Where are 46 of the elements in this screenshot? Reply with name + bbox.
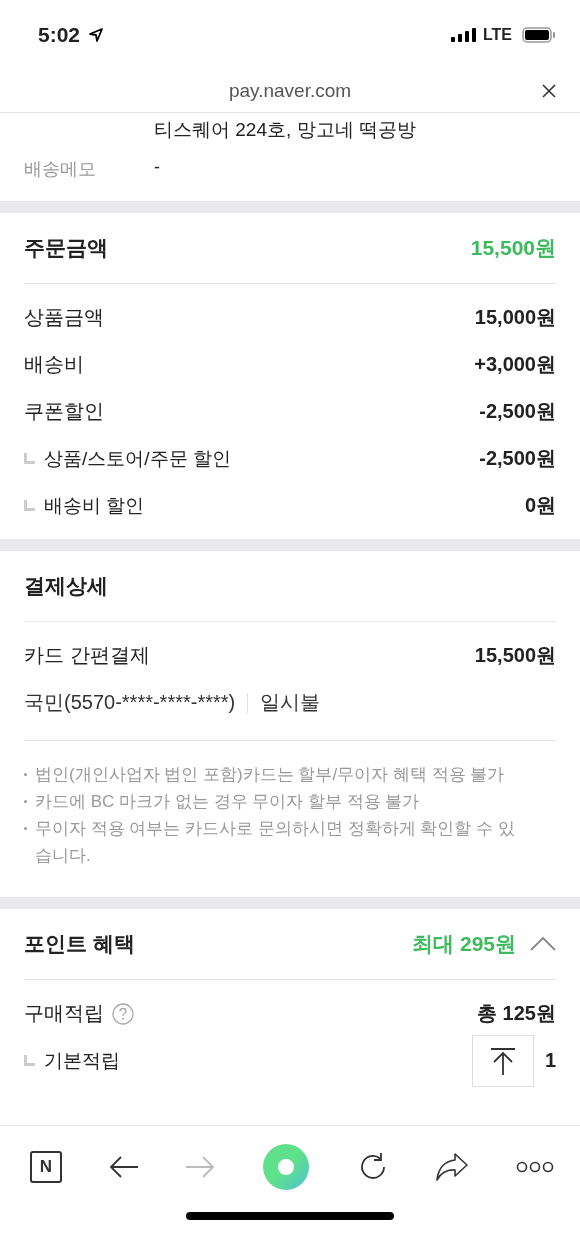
bullet-dot xyxy=(24,827,27,830)
section-title: 포인트 혜택 xyxy=(24,931,135,957)
row-label: 배송비 xyxy=(24,352,84,377)
bullet-dot xyxy=(24,773,27,776)
chevron-icon[interactable] xyxy=(530,936,556,952)
arrow-to-top-icon xyxy=(490,1047,516,1075)
row-value: 15,000원 xyxy=(474,305,556,330)
more-icon[interactable] xyxy=(515,1161,554,1173)
signal-icon xyxy=(450,28,477,42)
close-icon[interactable] xyxy=(542,84,556,98)
row-value: 1 xyxy=(544,1049,556,1072)
naver-logo-button[interactable]: N xyxy=(30,1151,62,1183)
address-text: 티스퀘어 224호, 망고네 떡공방 xyxy=(153,118,417,142)
url-text: pay.naver.com xyxy=(228,80,352,102)
row-label: 배송비 할인 xyxy=(44,493,145,518)
location-arrow-icon xyxy=(88,27,105,43)
payment-method: 카드 간편결제 xyxy=(24,643,150,668)
row-label: 상품/스토어/주문 할인 xyxy=(44,446,231,471)
row-label: 상품금액 xyxy=(24,305,104,330)
network-label: LTE xyxy=(482,26,512,44)
row-value: -2,500원 xyxy=(479,399,556,424)
row-label: 구매적립 xyxy=(24,1001,104,1026)
scroll-top-button[interactable] xyxy=(472,1035,534,1087)
row-value: +3,000원 xyxy=(474,352,556,377)
row-value: -2,500원 xyxy=(479,446,556,471)
card-number: 국민(5570-****-****-****) xyxy=(24,690,236,715)
row-label: 쿠폰할인 xyxy=(24,399,104,424)
share-arrow-icon[interactable] xyxy=(435,1152,470,1182)
notice-text: 법인(개인사업자 법인 포함)카드는 할부/무이자 혜택 적용 불가 xyxy=(35,764,505,786)
row-label: 기본적립 xyxy=(44,1048,120,1073)
bullet-dot xyxy=(24,800,27,803)
row-value: 0원 xyxy=(524,493,556,518)
status-time: 5:02 xyxy=(38,23,81,47)
memo-label: 배송메모 xyxy=(24,158,97,181)
memo-value: - xyxy=(154,157,160,179)
battery-icon xyxy=(522,27,556,43)
points-max: 최대 295원 xyxy=(412,931,516,957)
back-arrow-icon[interactable] xyxy=(108,1155,139,1179)
notice-text: 카드에 BC 마크가 없는 경우 무이자 할부 적용 불가 xyxy=(35,791,420,813)
order-total: 15,500원 xyxy=(470,235,556,261)
row-value: 총 125원 xyxy=(477,1001,556,1026)
section-title: 주문금액 xyxy=(24,235,108,261)
payment-amount: 15,500원 xyxy=(474,643,556,668)
section-title: 결제상세 xyxy=(24,573,108,599)
notice-text: 무이자 적용 여부는 카드사로 문의하시면 정확하게 확인할 수 있습니다. xyxy=(35,818,516,867)
installment-text: 일시불 xyxy=(260,690,321,715)
